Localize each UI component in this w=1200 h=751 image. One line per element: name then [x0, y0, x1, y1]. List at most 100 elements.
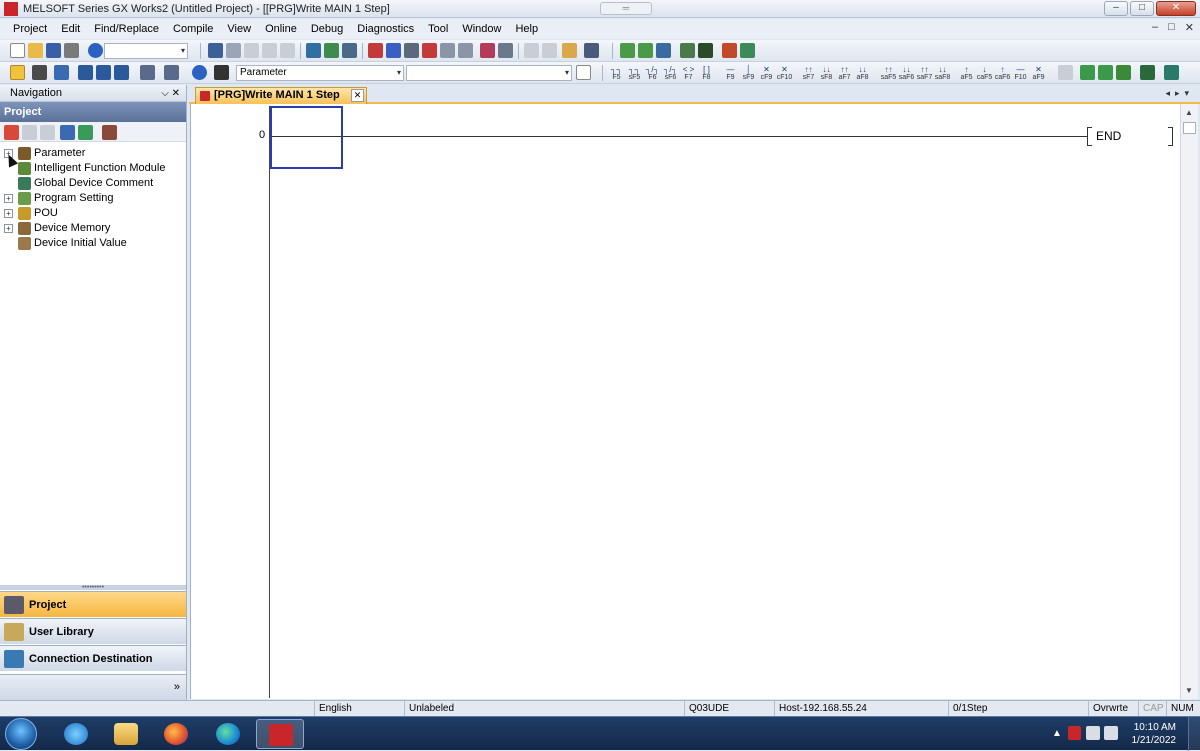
taskbar-internet-explorer[interactable]	[52, 719, 100, 749]
taskbar-edge[interactable]	[204, 719, 252, 749]
monitor-icon[interactable]	[324, 43, 339, 58]
statement-display-icon[interactable]	[1164, 65, 1179, 80]
fkey-af7[interactable]: ↑↑ aF7	[836, 66, 853, 82]
tree-expand-icon[interactable]: +	[4, 224, 13, 233]
fkey-sf9[interactable]: │ sF9	[740, 66, 757, 82]
start-button[interactable]	[5, 718, 37, 750]
menu-view[interactable]: View	[220, 23, 258, 35]
tree-expand-icon[interactable]: +	[4, 194, 13, 203]
cut-icon[interactable]	[208, 43, 223, 58]
tray-show-hidden-icon[interactable]: ▲	[1052, 728, 1062, 739]
tree-item-device-memory[interactable]: + Device Memory	[0, 221, 186, 236]
fkey-sf6[interactable]: ┐/┐ sF6	[662, 66, 679, 82]
tree-item-intelligent-function-module[interactable]: Intelligent Function Module	[0, 161, 186, 176]
scrollbar-thumb[interactable]	[1183, 122, 1196, 134]
online-change-icon[interactable]	[440, 43, 455, 58]
navigation-toggle-icon[interactable]	[10, 65, 25, 80]
fkey-sf7[interactable]: ↑↑ sF7	[800, 66, 817, 82]
device-list-icon[interactable]	[306, 43, 321, 58]
menu-debug[interactable]: Debug	[304, 23, 350, 35]
vertical-scrollbar[interactable]: ▲ ▼	[1180, 104, 1198, 699]
fkey-af8[interactable]: ↓↓ aF8	[854, 66, 871, 82]
menu-window[interactable]: Window	[455, 23, 508, 35]
ladder-cell-cursor[interactable]	[270, 106, 343, 169]
tray-network-icon[interactable]	[1086, 726, 1100, 740]
fkey-f6[interactable]: ┐/┐ F6	[644, 66, 661, 82]
menu-tool[interactable]: Tool	[421, 23, 455, 35]
window-icon[interactable]	[342, 43, 357, 58]
device-test-icon[interactable]	[740, 43, 755, 58]
convert-all-icon[interactable]	[1098, 65, 1113, 80]
taskbar-firefox[interactable]	[152, 719, 200, 749]
toolbar-combo-1[interactable]: ▾	[104, 43, 188, 59]
comment-display-icon[interactable]	[1140, 65, 1155, 80]
print-icon[interactable]	[64, 43, 79, 58]
tree-item-program-setting[interactable]: + Program Setting	[0, 191, 186, 206]
verify-icon[interactable]	[404, 43, 419, 58]
menu-find-replace[interactable]: Find/Replace	[87, 23, 166, 35]
fkey-af5[interactable]: ↑ aF5	[958, 66, 975, 82]
fkey-saf7[interactable]: ↑↑ saF7	[916, 66, 933, 82]
menu-diagnostics[interactable]: Diagnostics	[350, 23, 421, 35]
menu-project[interactable]: Project	[6, 23, 54, 35]
fkey-cf10[interactable]: ✕ cF10	[776, 66, 793, 82]
nav-tab-project[interactable]: Project	[0, 591, 186, 617]
nav-tab-connection-destination[interactable]: Connection Destination	[0, 645, 186, 671]
mdi-restore-button[interactable]: □	[1168, 21, 1175, 34]
line-insert-icon[interactable]	[656, 43, 671, 58]
tab-close-icon[interactable]: ✕	[351, 89, 364, 102]
tree-item-parameter[interactable]: + Parameter	[0, 146, 186, 161]
tray-volume-icon[interactable]	[1104, 726, 1118, 740]
cross-reference-icon[interactable]	[164, 65, 179, 80]
online-write-convert-icon[interactable]	[1116, 65, 1131, 80]
tab-prg-write-main[interactable]: [PRG]Write MAIN 1 Step ✕	[195, 87, 367, 104]
ladder-editor[interactable]	[190, 104, 1180, 699]
write-to-plc-icon[interactable]	[386, 43, 401, 58]
mdi-minimize-button[interactable]: –	[1152, 21, 1158, 34]
tray-action-center-icon[interactable]	[1068, 726, 1081, 740]
fkey-saf8[interactable]: ↓↓ saF8	[934, 66, 951, 82]
device-memory-icon[interactable]	[114, 65, 129, 80]
fkey-f10[interactable]: — F10	[1012, 66, 1029, 82]
paste-icon[interactable]	[244, 43, 259, 58]
maximize-button[interactable]: □	[1130, 1, 1154, 16]
scroll-up-icon[interactable]: ▲	[1185, 108, 1193, 117]
pin-icon[interactable]: ⌵	[161, 88, 169, 99]
open-project-icon[interactable]	[28, 43, 43, 58]
convert-icon[interactable]	[1080, 65, 1095, 80]
statement-icon[interactable]	[698, 43, 713, 58]
tree-item-device-initial-value[interactable]: Device Initial Value	[0, 236, 186, 251]
tree-expand-icon[interactable]: +	[4, 209, 13, 218]
watch-icon[interactable]	[562, 43, 577, 58]
search-page-icon[interactable]	[576, 65, 591, 80]
new-project-icon[interactable]	[10, 43, 25, 58]
find-binoculars-icon[interactable]	[214, 65, 229, 80]
ladder-zoom-icon[interactable]	[1058, 65, 1073, 80]
close-button[interactable]: ✕	[1156, 1, 1196, 16]
output-window-icon[interactable]	[54, 65, 69, 80]
tree-item-pou[interactable]: + POU	[0, 206, 186, 221]
copy-data-icon[interactable]	[22, 125, 37, 140]
menu-edit[interactable]: Edit	[54, 23, 87, 35]
show-desktop-button[interactable]	[1188, 717, 1200, 751]
mdi-close-button[interactable]: ✕	[1185, 21, 1194, 34]
new-data-icon[interactable]	[4, 125, 19, 140]
display-icon[interactable]	[584, 43, 599, 58]
project-tool-dropdown-icon[interactable]	[102, 125, 117, 140]
scroll-down-icon[interactable]: ▼	[1185, 686, 1193, 695]
menu-compile[interactable]: Compile	[166, 23, 220, 35]
taskbar-file-explorer[interactable]	[102, 719, 150, 749]
remote-operation-icon[interactable]	[422, 43, 437, 58]
fkey-sf5[interactable]: ┐┐ sF5	[626, 66, 643, 82]
navigation-close-icon[interactable]: ✕	[172, 88, 180, 99]
search-combo[interactable]: ▾	[406, 65, 572, 81]
fkey-saf6[interactable]: ↓↓ saF6	[898, 66, 915, 82]
fkey-af9[interactable]: ✕ aF9	[1030, 66, 1047, 82]
fkey-f7[interactable]: < > F7	[680, 66, 697, 82]
fkey-caf5[interactable]: ↓ caF5	[976, 66, 993, 82]
fkey-cf9[interactable]: ✕ cF9	[758, 66, 775, 82]
comment-icon[interactable]	[680, 43, 695, 58]
ladder-insert-icon[interactable]	[620, 43, 635, 58]
element-help-icon[interactable]	[192, 65, 207, 80]
device-registration-icon[interactable]	[96, 65, 111, 80]
